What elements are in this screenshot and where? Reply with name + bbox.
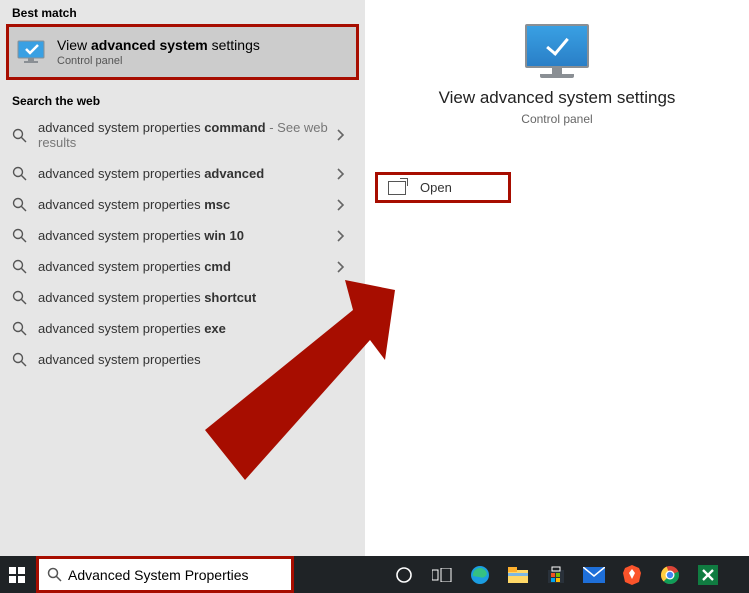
chevron-right-icon bbox=[337, 199, 353, 211]
best-match-header: Best match bbox=[0, 0, 365, 24]
chevron-right-icon bbox=[337, 129, 353, 141]
chrome-icon[interactable] bbox=[654, 559, 686, 591]
chevron-right-icon bbox=[337, 261, 353, 273]
windows-icon bbox=[9, 567, 25, 583]
task-view-icon[interactable] bbox=[426, 559, 458, 591]
search-icon bbox=[12, 290, 30, 305]
detail-panel: View advanced system settings Control pa… bbox=[365, 0, 749, 556]
taskbar bbox=[0, 556, 749, 593]
web-results-list: advanced system properties command - See… bbox=[0, 112, 365, 375]
best-match-subtitle: Control panel bbox=[57, 55, 260, 67]
search-icon bbox=[12, 128, 30, 143]
taskbar-icons bbox=[388, 559, 724, 591]
search-results-panel: Best match View advanced system settings… bbox=[0, 0, 365, 556]
web-result-item[interactable]: advanced system properties exe bbox=[6, 313, 359, 344]
web-result-item[interactable]: advanced system properties msc bbox=[6, 189, 359, 220]
web-result-item[interactable]: advanced system properties advanced bbox=[6, 158, 359, 189]
edge-icon[interactable] bbox=[464, 559, 496, 591]
microsoft-store-icon[interactable] bbox=[540, 559, 572, 591]
search-icon bbox=[12, 197, 30, 212]
best-match-item[interactable]: View advanced system settings Control pa… bbox=[9, 27, 356, 77]
mail-icon[interactable] bbox=[578, 559, 610, 591]
search-icon bbox=[12, 321, 30, 336]
open-label: Open bbox=[420, 180, 452, 195]
best-match-highlight: View advanced system settings Control pa… bbox=[6, 24, 359, 80]
open-action-highlight: Open bbox=[375, 172, 511, 203]
brave-icon[interactable] bbox=[616, 559, 648, 591]
web-result-item[interactable]: advanced system properties shortcut bbox=[6, 282, 359, 313]
start-button[interactable] bbox=[0, 556, 34, 593]
open-icon bbox=[388, 181, 406, 195]
chevron-right-icon bbox=[337, 230, 353, 242]
open-action[interactable]: Open bbox=[378, 175, 508, 200]
search-icon bbox=[12, 259, 30, 274]
search-icon bbox=[12, 228, 30, 243]
monitor-check-icon bbox=[17, 40, 47, 64]
search-icon bbox=[12, 352, 30, 367]
web-result-text: advanced system properties msc bbox=[38, 197, 337, 212]
web-result-text: advanced system properties cmd bbox=[38, 259, 337, 274]
web-result-item[interactable]: advanced system properties command - See… bbox=[6, 112, 359, 158]
search-web-header: Search the web bbox=[0, 88, 365, 112]
chevron-right-icon bbox=[337, 168, 353, 180]
cortana-icon[interactable] bbox=[388, 559, 420, 591]
web-result-text: advanced system properties bbox=[38, 352, 337, 367]
best-match-text: View advanced system settings Control pa… bbox=[57, 37, 260, 67]
search-box-highlight bbox=[36, 556, 294, 593]
chevron-right-icon bbox=[337, 354, 353, 366]
web-result-text: advanced system properties shortcut bbox=[38, 290, 337, 305]
excel-icon[interactable] bbox=[692, 559, 724, 591]
web-result-text: advanced system properties exe bbox=[38, 321, 337, 336]
file-explorer-icon[interactable] bbox=[502, 559, 534, 591]
best-match-title: View advanced system settings bbox=[57, 37, 260, 53]
detail-subtitle: Control panel bbox=[365, 112, 749, 126]
search-input[interactable] bbox=[68, 563, 268, 587]
monitor-check-icon bbox=[525, 24, 589, 80]
search-icon bbox=[47, 567, 62, 582]
web-result-item[interactable]: advanced system properties cmd bbox=[6, 251, 359, 282]
web-result-text: advanced system properties win 10 bbox=[38, 228, 337, 243]
search-icon bbox=[12, 166, 30, 181]
web-result-text: advanced system properties advanced bbox=[38, 166, 337, 181]
detail-title: View advanced system settings bbox=[365, 88, 749, 108]
web-result-item[interactable]: advanced system properties win 10 bbox=[6, 220, 359, 251]
web-result-item[interactable]: advanced system properties bbox=[6, 344, 359, 375]
web-result-text: advanced system properties command - See… bbox=[38, 120, 337, 150]
